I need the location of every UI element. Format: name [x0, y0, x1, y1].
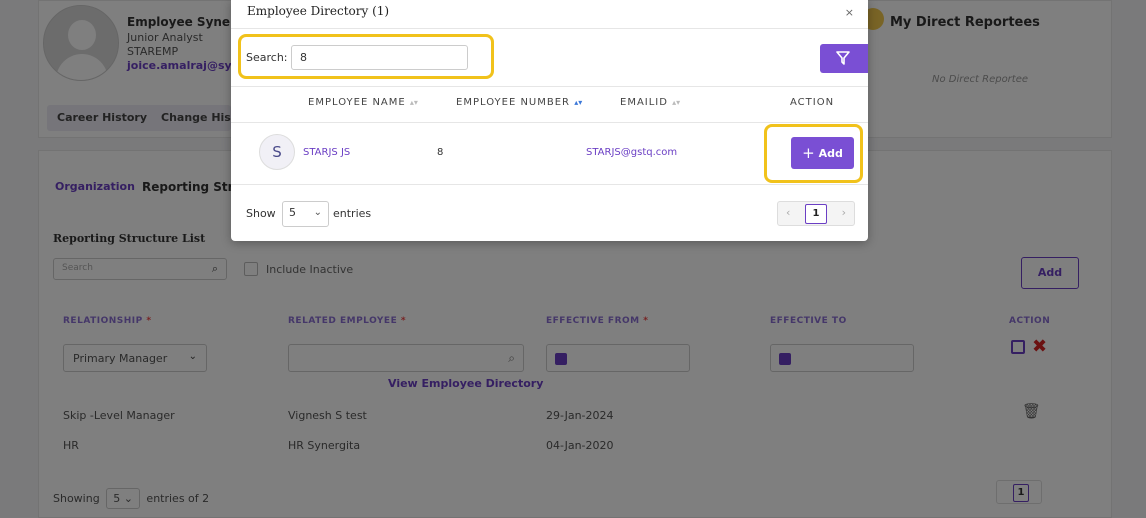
prev-page-icon[interactable]: ‹ — [786, 206, 790, 219]
close-icon[interactable]: × — [845, 6, 854, 19]
search-input[interactable] — [291, 45, 468, 70]
col-employee-number[interactable]: EMPLOYEE NUMBER ▴▾ — [456, 97, 582, 108]
col-emailid[interactable]: EMAILID ▴▾ — [620, 97, 680, 108]
plus-icon: + — [802, 144, 815, 162]
add-employee-button[interactable]: + Add — [791, 137, 854, 169]
entries-select[interactable]: 5 ⌄ — [282, 201, 329, 227]
filter-button[interactable] — [820, 44, 868, 73]
sort-icon: ▴▾ — [574, 98, 583, 107]
next-page-icon[interactable]: › — [842, 206, 846, 219]
pagination: ‹ 1 › — [777, 201, 855, 226]
email-cell[interactable]: STARJS@gstq.com — [586, 147, 677, 158]
show-label: Show — [246, 207, 276, 220]
employee-name-cell[interactable]: STARJS JS — [303, 147, 350, 158]
col-action: ACTION — [790, 97, 835, 108]
modal-header: Employee Directory (1) × — [231, 0, 868, 29]
filter-icon — [836, 51, 850, 65]
col-employee-name[interactable]: EMPLOYEE NAME ▴▾ — [308, 97, 418, 108]
sort-icon: ▴▾ — [672, 98, 681, 107]
modal-title: Employee Directory (1) — [247, 4, 390, 18]
avatar: S — [259, 134, 295, 170]
employee-directory-modal: Employee Directory (1) × Search: EMPLOYE… — [231, 0, 868, 241]
sort-icon: ▴▾ — [409, 98, 418, 107]
search-label: Search: — [246, 51, 288, 64]
entries-label: entries — [333, 207, 372, 220]
page-1[interactable]: 1 — [805, 204, 827, 224]
employee-number-cell: 8 — [437, 147, 444, 158]
chevron-down-icon: ⌄ — [313, 207, 322, 218]
